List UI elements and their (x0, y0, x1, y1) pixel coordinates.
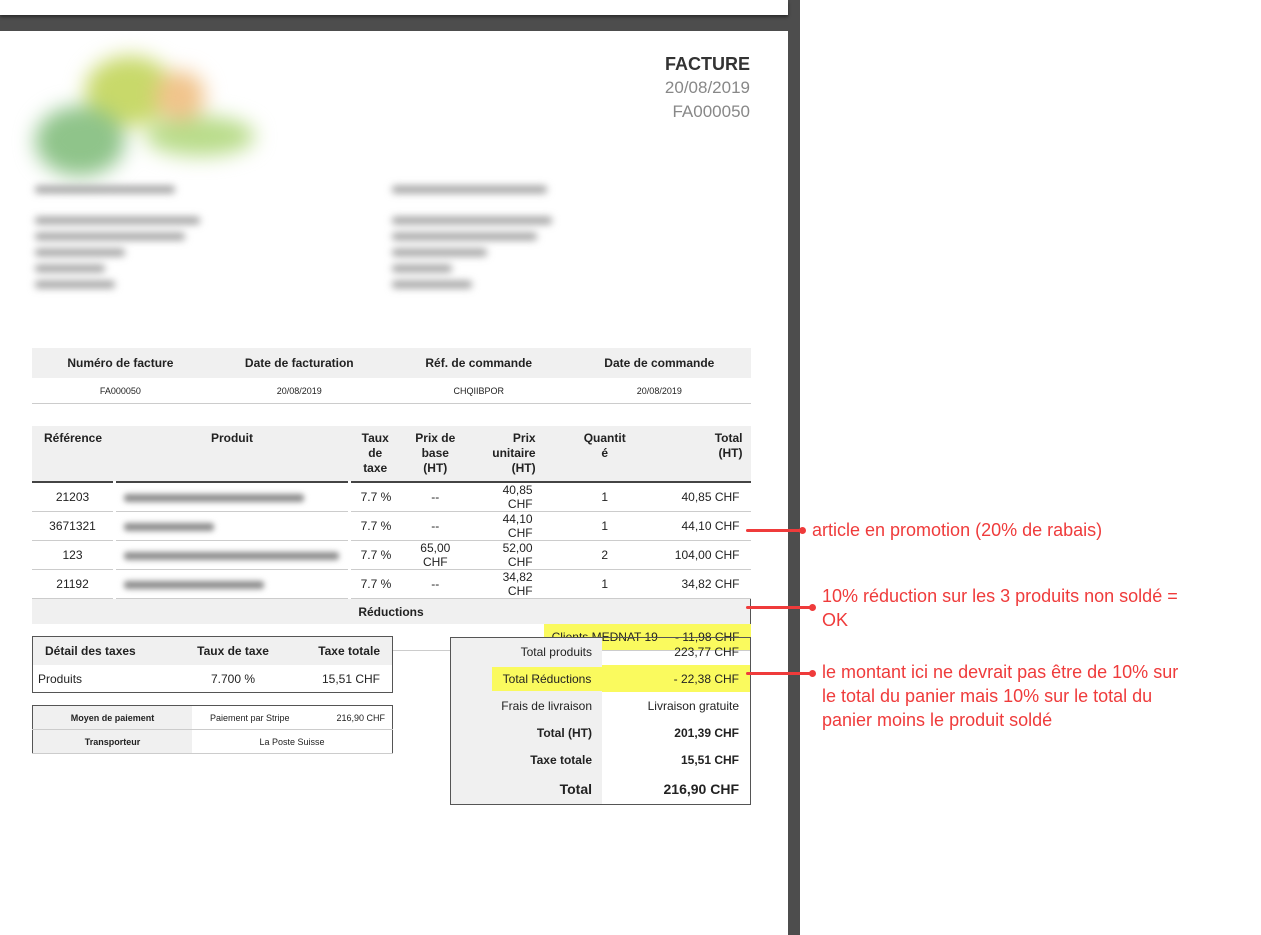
product-name-blurred (114, 540, 351, 570)
products-table: Référence Produit Taux de taxe Prix de ba… (32, 426, 751, 651)
header-order-ref: Réf. de commande (389, 348, 568, 378)
reductions-header-row: Réductions (32, 598, 751, 624)
annotation-arrow-reduction (746, 604, 816, 611)
tax-total-value: 15,51 CHF (321, 671, 380, 686)
tax-detail-header: Détail des taxes (32, 636, 181, 665)
invoice-date-value: 20/08/2019 (208, 378, 390, 404)
invoice-title: FACTURE (665, 54, 750, 74)
order-date-value: 20/08/2019 (567, 378, 751, 404)
order-ref-value: CHQIIBPOR (389, 378, 568, 404)
tax-category: Produits (38, 671, 83, 686)
payment-amount: 216,90 CHF (319, 705, 393, 730)
shipping-value: Livraison gratuite (647, 698, 739, 713)
product-row: 21192 7.7 % -- 34,82 CHF 1 34,82 CHF (32, 569, 751, 599)
total-reductions-value: - 22,38 CHF (602, 665, 751, 692)
col-tax-rate: Taux de taxe (349, 426, 402, 483)
tax-rate-value: 7.700 % (211, 671, 256, 686)
carrier-value: La Poste Suisse (192, 729, 393, 754)
product-name-blurred (114, 569, 351, 599)
total-ht-value: 201,39 CHF (674, 725, 739, 740)
tax-rate-header: Taux de taxe (180, 636, 286, 665)
col-quantity: Quantit é (543, 426, 666, 483)
product-row: 3671321 7.7 % -- 44,10 CHF 1 44,10 CHF (32, 511, 751, 541)
previous-page-edge (0, 0, 788, 15)
totals-table: Total produits 223,77 CHF Total Réductio… (450, 637, 751, 805)
shipping-label: Frais de livraison (450, 692, 602, 719)
col-unit-price: Prix unitaire (HT) (469, 426, 544, 483)
tax-total-header: Taxe totale (285, 636, 393, 665)
total-tax-value: 15,51 CHF (680, 752, 739, 767)
total-reductions-label: Total Réductions (492, 666, 602, 691)
invoice-header: FACTURE 20/08/2019 FA000050 (665, 52, 750, 124)
total-products-value: 223,77 CHF (674, 644, 739, 659)
annotation-reduction-ok: 10% réduction sur les 3 produits non sol… (822, 586, 1178, 630)
reductions-title: Réductions (32, 598, 751, 624)
grand-total-label: Total (450, 773, 602, 805)
header-order-date: Date de commande (567, 348, 751, 378)
col-product: Produit (114, 426, 350, 483)
invoice-date: 20/08/2019 (664, 78, 750, 97)
payment-method-label: Moyen de paiement (32, 705, 192, 730)
tax-detail-table: Détail des taxes Taux de taxe Taxe total… (32, 636, 393, 693)
total-tax-label: Taxe totale (450, 746, 602, 773)
col-reference: Référence (32, 426, 115, 483)
grand-total-value: 216,90 CHF (663, 780, 739, 797)
invoice-info-table: Numéro de facture Date de facturation Ré… (32, 348, 751, 404)
invoice-page: FACTURE 20/08/2019 FA000050 Numéro de fa… (0, 31, 788, 935)
total-products-label: Total produits (450, 637, 602, 665)
annotation-arrow-total (746, 670, 816, 677)
product-row: 21203 7.7 % -- 40,85 CHF 1 40,85 CHF (32, 482, 751, 512)
invoice-number: FA000050 (672, 102, 750, 121)
col-total: Total (HT) (665, 426, 751, 483)
shop-address-blurred (35, 186, 205, 297)
invoice-number-value: FA000050 (32, 378, 209, 404)
payment-method: Paiement par Stripe (192, 705, 319, 730)
header-invoice-date: Date de facturation (208, 348, 390, 378)
product-name-blurred (114, 511, 351, 541)
product-row-promotion: 123 7.7 % 65,00 CHF 52,00 CHF 2 104,00 C… (32, 540, 751, 570)
annotation-promo: article en promotion (20% de rabais) (812, 520, 1103, 540)
total-ht-label: Total (HT) (450, 719, 602, 746)
col-base-price: Prix de base (HT) (401, 426, 470, 483)
header-invoice-number: Numéro de facture (32, 348, 209, 378)
payment-table: Moyen de paiement Paiement par Stripe 21… (32, 705, 393, 754)
annotation-total-issue: le montant ici ne devrait pas être de 10… (822, 662, 1179, 730)
annotation-arrow-promo (746, 527, 806, 534)
carrier-label: Transporteur (32, 729, 192, 754)
company-logo-blurred (25, 46, 260, 186)
product-name-blurred (114, 482, 351, 512)
customer-address-blurred (392, 186, 562, 297)
